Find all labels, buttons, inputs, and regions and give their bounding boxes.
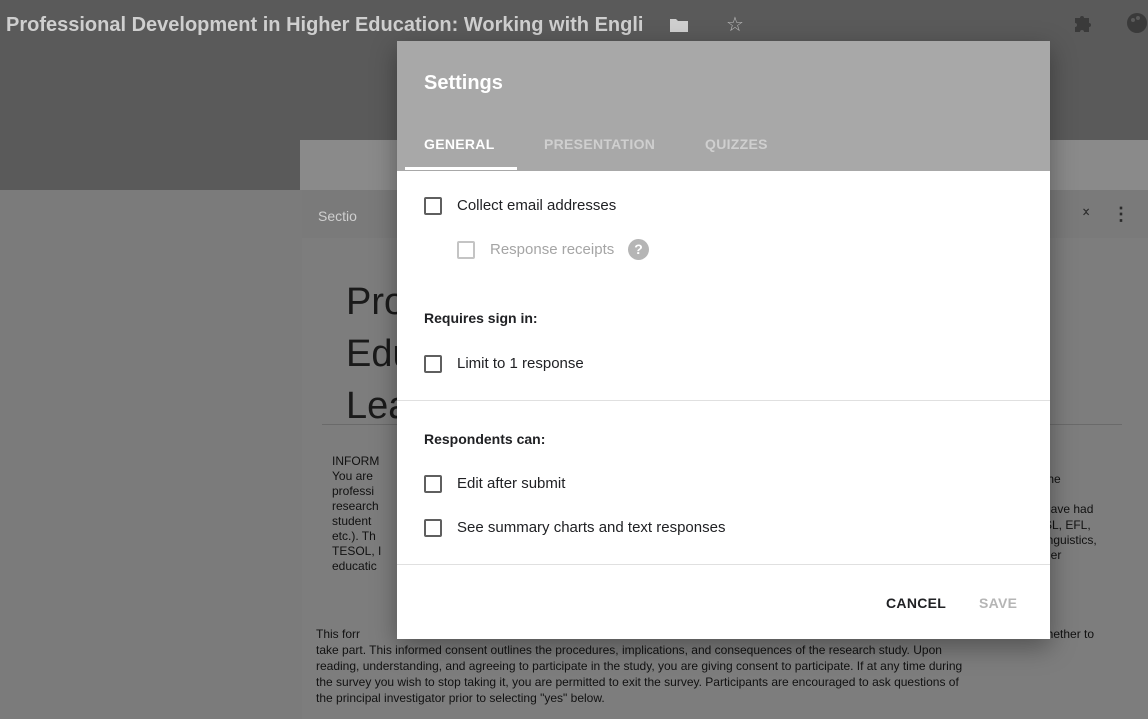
edit-after-submit-checkbox[interactable]: [424, 475, 442, 493]
form-doc-title[interactable]: Professional Development in Higher Educa…: [6, 14, 643, 37]
tab-general[interactable]: GENERAL: [424, 136, 495, 152]
help-icon[interactable]: ?: [628, 239, 649, 260]
respondents-can-heading: Respondents can:: [424, 431, 546, 447]
puzzle-icon[interactable]: [1072, 12, 1094, 40]
edit-after-submit-label[interactable]: Edit after submit: [457, 475, 565, 493]
dialog-title: Settings: [424, 72, 503, 94]
save-button[interactable]: SAVE: [979, 595, 1017, 611]
text-line: [1044, 487, 1144, 502]
text-line: her: [1044, 548, 1062, 563]
see-summary-checkbox[interactable]: [424, 519, 442, 537]
more-vert-icon[interactable]: ⋮: [1112, 204, 1130, 225]
see-summary-label[interactable]: See summary charts and text responses: [457, 519, 725, 537]
dialog-divider: [397, 400, 1050, 401]
text-line: the survey you wish to stop taking it, y…: [316, 675, 959, 689]
text-line: the principal investigator prior to sele…: [316, 691, 605, 705]
active-tab-indicator: [405, 167, 517, 170]
text-line: have had: [1044, 502, 1094, 517]
limit-one-checkbox[interactable]: [424, 355, 442, 373]
text-line: reading, understanding, and agreeing to …: [316, 659, 963, 673]
dialog-footer-divider: [397, 564, 1050, 565]
collect-email-label[interactable]: Collect email addresses: [457, 197, 616, 215]
text-line: the: [1044, 472, 1061, 486]
dialog-header: Settings GENERAL PRESENTATION QUIZZES: [397, 41, 1050, 171]
star-icon[interactable]: ☆: [726, 12, 744, 37]
requires-sign-in-heading: Requires sign in:: [424, 310, 538, 326]
collapse-icon[interactable]: ⌄ ⌃: [1080, 200, 1092, 224]
response-receipts-label: Response receipts: [490, 241, 615, 258]
folder-icon[interactable]: [669, 16, 689, 39]
text-line: SL, EFL,: [1044, 517, 1091, 532]
cancel-button[interactable]: CANCEL: [886, 595, 946, 611]
tab-quizzes[interactable]: QUIZZES: [705, 136, 768, 152]
text-line: take part. This informed consent outline…: [316, 643, 942, 657]
text-line: inguistics,: [1044, 532, 1097, 547]
tab-presentation[interactable]: PRESENTATION: [544, 136, 655, 152]
limit-one-label[interactable]: Limit to 1 response: [457, 355, 584, 373]
collect-email-checkbox[interactable]: [424, 197, 442, 215]
settings-dialog: Settings GENERAL PRESENTATION QUIZZES Co…: [397, 41, 1050, 639]
form-description-right: the have had SL, EFL, inguistics, her: [1044, 472, 1144, 563]
palette-icon[interactable]: [1126, 12, 1148, 40]
section-label: Sectio: [318, 208, 357, 224]
response-receipts-checkbox: [457, 241, 475, 259]
text-fragment: This forr: [316, 627, 361, 641]
